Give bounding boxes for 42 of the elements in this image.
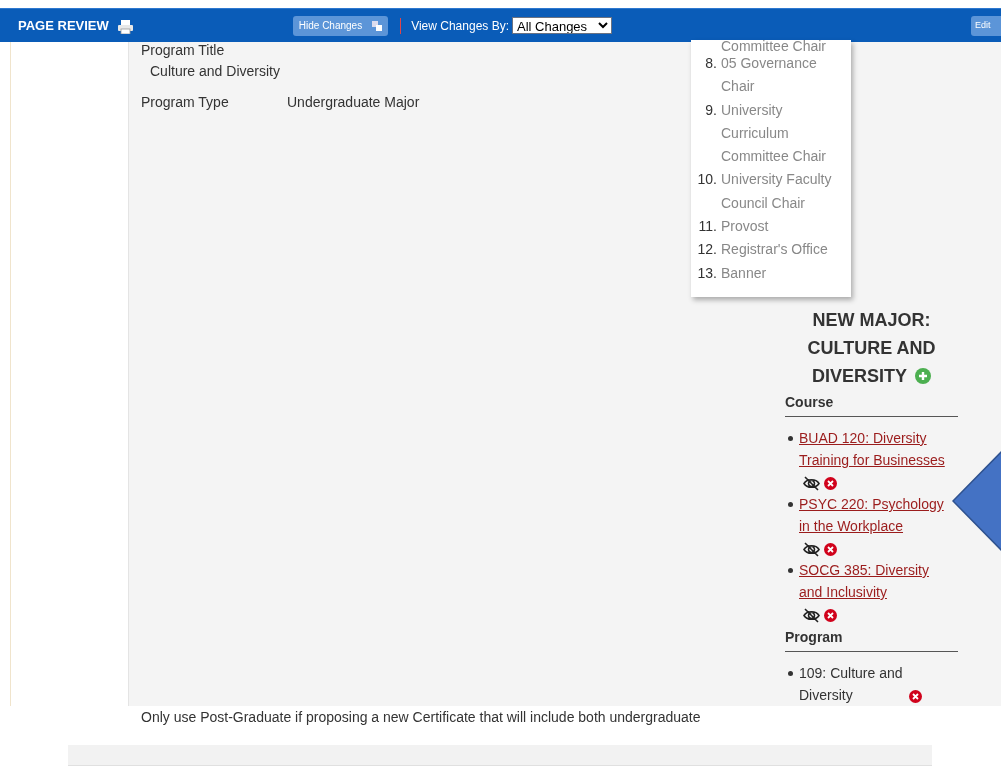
bullet-icon [788, 568, 793, 573]
page-title: PAGE REVIEW [18, 16, 109, 35]
step-number: 11. [697, 217, 718, 237]
workflow-step: Committee Chair [691, 40, 851, 52]
workflow-step: 05 Governance Chair [721, 52, 851, 99]
step-number: 8. [704, 54, 718, 73]
remove-icon[interactable] [824, 476, 837, 490]
field-value: Undergraduate Major [287, 93, 420, 112]
eye-slash-icon[interactable] [803, 541, 820, 557]
workflow-step: University Faculty Council Chair [721, 168, 851, 216]
add-icon[interactable] [915, 367, 931, 384]
workflow-step: University Curriculum Committee Chair [721, 98, 851, 169]
eye-slash-icon[interactable] [803, 607, 820, 623]
view-changes-select[interactable]: All Changes [512, 17, 612, 34]
step-number: 12. [696, 240, 718, 260]
step-number: 9. [704, 100, 718, 120]
course-link[interactable]: SOCG 385: Diversity and Inclusivity [799, 559, 947, 603]
help-text: Only use Post-Graduate if proposing a new Certificate that will include both undergraduate [140, 708, 702, 726]
view-changes-label: View Changes By: [411, 17, 509, 35]
course-link[interactable]: BUAD 120: Diversity Training for Businesses [799, 427, 947, 471]
program-name: 109: Culture and Diversity [799, 664, 904, 705]
field-label: Program Title [141, 42, 225, 58]
workflow-step: Registrar's Office [721, 238, 851, 262]
section-heading: Course [785, 392, 958, 417]
workflow-step: Provost [721, 215, 851, 239]
remove-icon[interactable] [909, 689, 922, 703]
workflow-step: Banner [721, 261, 851, 285]
bullet-icon [788, 671, 793, 676]
printer-icon[interactable] [117, 20, 133, 34]
remove-icon[interactable] [824, 542, 837, 556]
step-number: 13. [696, 263, 718, 283]
eye-slash-icon[interactable] [803, 475, 820, 491]
copy-icon [372, 20, 383, 31]
section-heading: Program [785, 627, 958, 652]
bullet-icon [788, 502, 793, 507]
bullet-icon [788, 436, 793, 441]
step-number: 10. [696, 170, 718, 190]
field-value: Culture and Diversity [150, 62, 280, 81]
remove-icon[interactable] [824, 608, 837, 622]
field-label: Program Type [141, 93, 230, 112]
course-link[interactable]: PSYC 220: Psychology in the Workplace [799, 493, 947, 537]
section-title: NEW MAJOR: CULTURE AND DIVERSITY [806, 309, 937, 388]
